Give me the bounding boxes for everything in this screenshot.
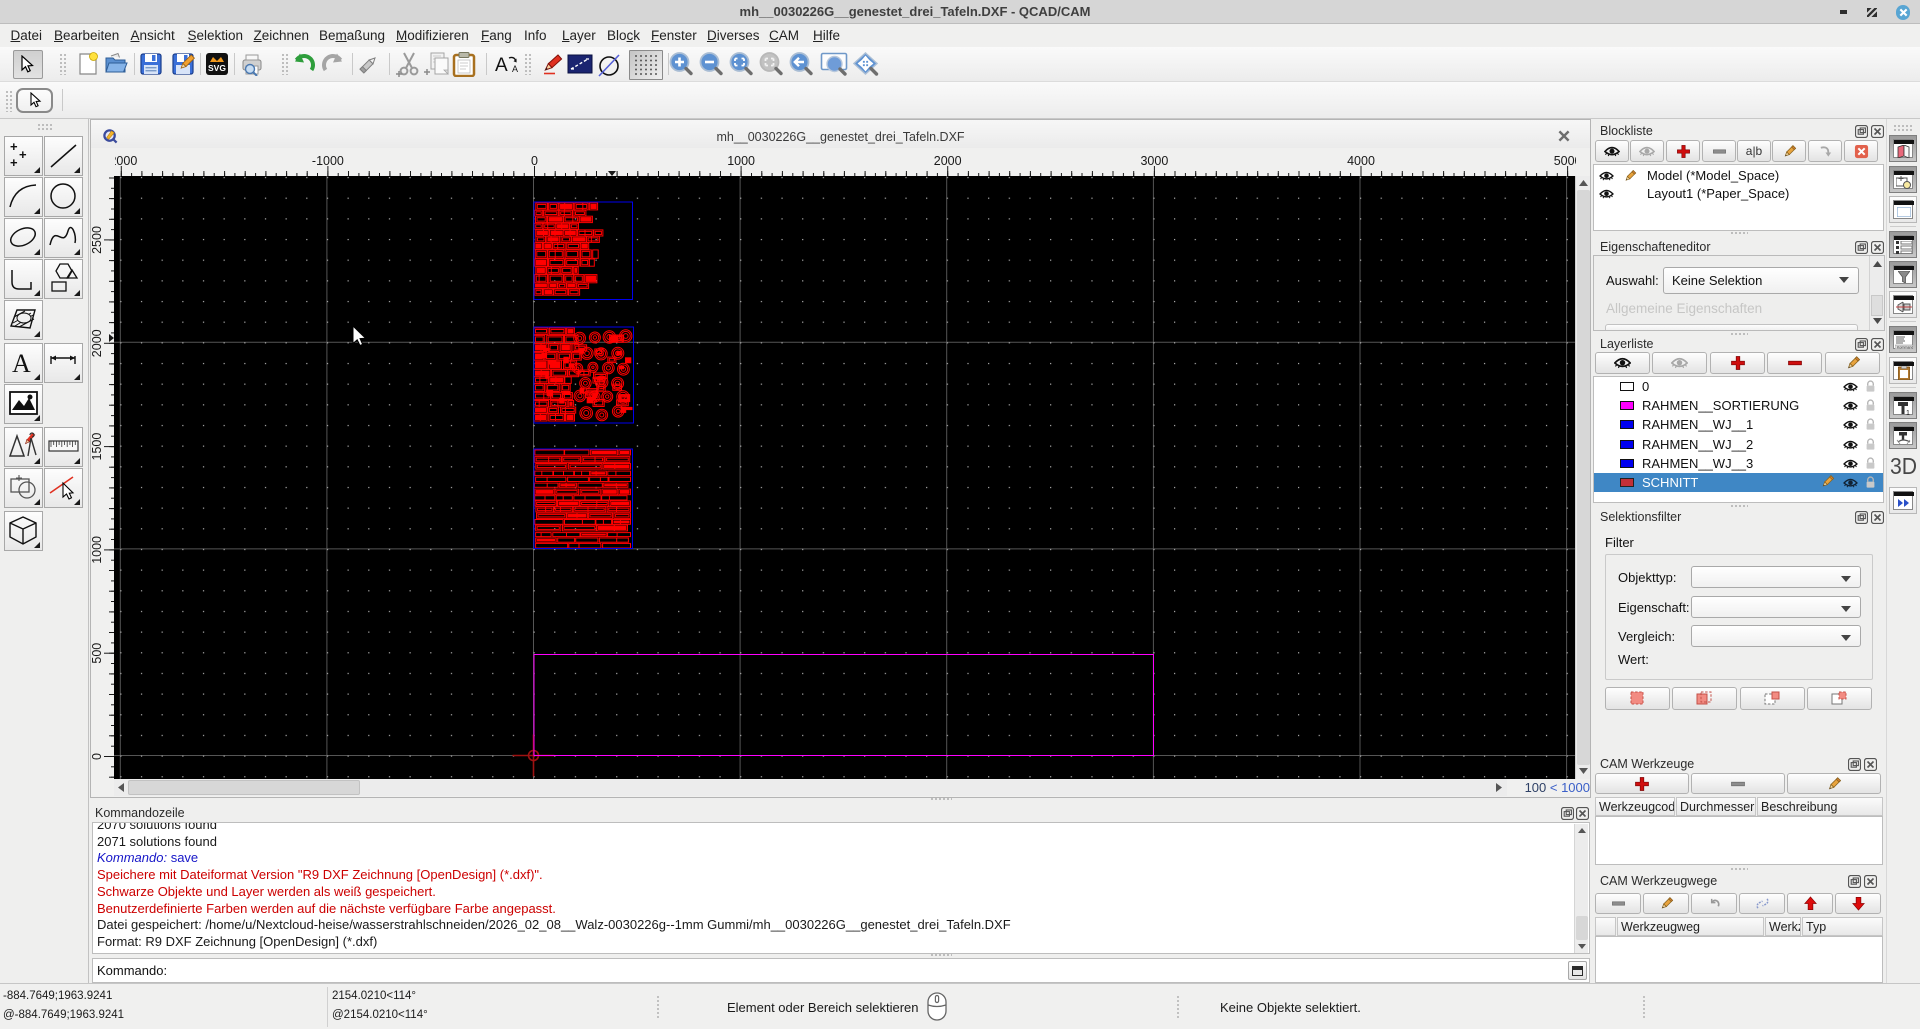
svg-text:2000: 2000 xyxy=(91,329,104,357)
svg-text:1: 1 xyxy=(1906,410,1910,415)
svg-text:-1000: -1000 xyxy=(312,154,344,168)
svg-text:-2000: -2000 xyxy=(115,154,137,168)
svg-text:0: 0 xyxy=(91,753,104,760)
svg-text:+: + xyxy=(19,147,27,162)
svg-text:A: A xyxy=(12,349,31,378)
svg-text:3000: 3000 xyxy=(1140,154,1168,168)
svg-text:SVG: SVG xyxy=(208,63,226,73)
svg-text:1000: 1000 xyxy=(727,154,755,168)
svg-text:2500: 2500 xyxy=(91,226,104,254)
svg-text:0: 0 xyxy=(531,154,538,168)
svg-text:+: + xyxy=(10,155,18,170)
svg-text:Kommand: Kommand xyxy=(1897,346,1913,349)
svg-text:500: 500 xyxy=(91,643,104,664)
svg-text:A: A xyxy=(495,55,508,76)
svg-text:2000: 2000 xyxy=(934,154,962,168)
svg-text:A: A xyxy=(512,64,518,74)
svg-text:4000: 4000 xyxy=(1347,154,1375,168)
svg-text:5000: 5000 xyxy=(1554,154,1576,168)
svg-text:1500: 1500 xyxy=(91,433,104,461)
svg-text:+: + xyxy=(10,139,18,154)
svg-text:1000: 1000 xyxy=(91,536,104,564)
